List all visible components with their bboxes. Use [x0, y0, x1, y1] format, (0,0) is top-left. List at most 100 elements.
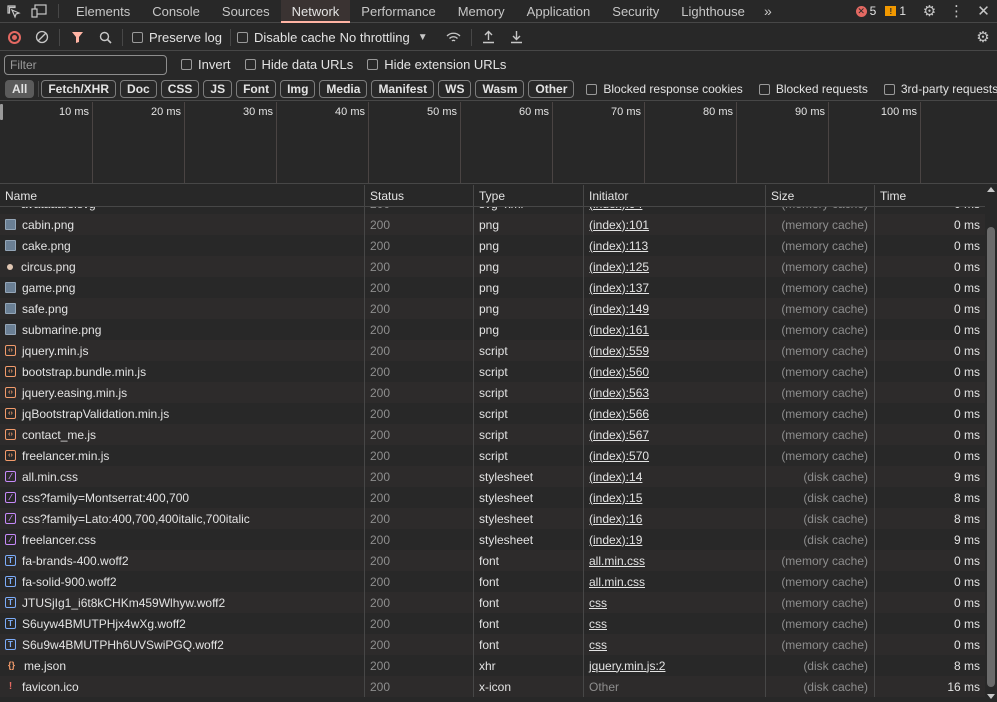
initiator-link[interactable]: (index):94 — [589, 207, 642, 211]
column-header-name[interactable]: Name — [0, 185, 365, 206]
checkbox-box[interactable] — [132, 31, 143, 43]
table-row[interactable]: ‹› jqBootstrapValidation.min.js 200 script (… — [0, 403, 985, 424]
filter-chip-doc[interactable]: Doc — [120, 80, 157, 98]
checkbox-box[interactable] — [236, 31, 248, 43]
cell-name[interactable]: ⁄ freelancer.css — [0, 529, 365, 550]
preserve-log-checkbox[interactable]: Preserve log — [132, 30, 222, 45]
filter-chip-media[interactable]: Media — [319, 80, 368, 98]
initiator-link[interactable]: (index):559 — [589, 344, 649, 358]
cell-name[interactable]: ‹› jquery.min.js — [0, 340, 365, 361]
filter-input[interactable] — [4, 54, 167, 75]
overview-left-handle[interactable] — [0, 104, 3, 120]
filter-chip-font[interactable]: Font — [236, 80, 277, 98]
scroll-up-icon[interactable] — [987, 187, 995, 192]
table-row[interactable]: ‹› contact_me.js 200 script (index):567 (memo… — [0, 424, 985, 445]
filter-chip-ws[interactable]: WS — [438, 80, 472, 98]
tab-network[interactable]: Network — [280, 0, 351, 23]
initiator-link[interactable]: (index):19 — [589, 533, 642, 547]
checkbox-box[interactable] — [367, 59, 379, 70]
table-row[interactable]: cake.png 200 png (index):113 (memory cache) 0… — [0, 235, 985, 256]
inspect-element-icon[interactable] — [0, 0, 26, 22]
table-row[interactable]: game.png 200 png (index):137 (memory cache) 0… — [0, 277, 985, 298]
table-row[interactable]: Tfa-solid-900.woff2 200 font all.min.css (me… — [0, 571, 985, 592]
checkbox-box[interactable] — [883, 83, 895, 95]
column-header-status[interactable]: Status — [365, 185, 474, 206]
hide-extension-urls-checkbox[interactable]: Hide extension URLs — [367, 57, 506, 72]
tab-console[interactable]: Console — [141, 0, 211, 22]
export-har-button[interactable] — [503, 24, 531, 51]
initiator-link[interactable]: css — [589, 617, 607, 631]
scroll-down-icon[interactable] — [987, 694, 995, 699]
table-row[interactable]: ⁄ css?family=Lato:400,700,400italic,700it… — [0, 508, 985, 529]
initiator-link[interactable]: css — [589, 638, 607, 652]
initiator-link[interactable]: (index):137 — [589, 281, 649, 295]
blocked-response-cookies-checkbox[interactable]: Blocked response cookies — [586, 82, 743, 96]
cell-name[interactable]: T S6uyw4BMUTPHjx4wXg.woff2 — [0, 613, 365, 634]
filter-chip-css[interactable]: CSS — [160, 80, 200, 98]
filter-chip-js[interactable]: JS — [203, 80, 233, 98]
invert-checkbox[interactable]: Invert — [181, 57, 231, 72]
cell-name[interactable]: Tfa-brands-400.woff2 — [0, 550, 365, 571]
initiator-link[interactable]: (index):14 — [589, 470, 642, 484]
search-button[interactable] — [91, 24, 119, 51]
third-party-requests-checkbox[interactable]: 3rd-party requests — [883, 82, 997, 96]
table-row[interactable]: ‹› bootstrap.bundle.min.js 200 script (index… — [0, 361, 985, 382]
table-row[interactable]: ⁄ css?family=Montserrat:400,700 200 stylesh… — [0, 487, 985, 508]
tab-application[interactable]: Application — [516, 0, 602, 22]
cell-name[interactable]: ⁄ all.min.css — [0, 466, 365, 487]
cell-name[interactable]: T S6u9w4BMUTPHh6UVSwiPGQ.woff2 — [0, 634, 365, 655]
blocked-requests-checkbox[interactable]: Blocked requests — [758, 82, 868, 96]
throttling-select[interactable]: No throttling — [340, 30, 410, 45]
filter-chip-fetch-xhr[interactable]: Fetch/XHR — [41, 80, 117, 98]
table-row[interactable]: T S6u9w4BMUTPHh6UVSwiPGQ.woff2 200 font css (… — [0, 634, 985, 655]
more-tabs-icon[interactable]: » — [756, 0, 780, 22]
close-devtools-icon[interactable]: ✕ — [970, 2, 997, 20]
filter-chip-manifest[interactable]: Manifest — [371, 80, 435, 98]
table-row[interactable]: ‹› jquery.min.js 200 script (index):559 (memo… — [0, 340, 985, 361]
table-row[interactable]: ‹› jquery.easing.min.js 200 script (index):5… — [0, 382, 985, 403]
tab-lighthouse[interactable]: Lighthouse — [670, 0, 756, 22]
cell-name[interactable]: safe.png — [0, 298, 365, 319]
cell-name[interactable]: cabin.png — [0, 214, 365, 235]
initiator-link[interactable]: (index):563 — [589, 386, 649, 400]
cell-name[interactable]: cake.png — [0, 235, 365, 256]
cell-name[interactable]: avataaars.svg — [0, 207, 365, 214]
initiator-link[interactable]: jquery.min.js:2 — [589, 659, 665, 673]
table-row[interactable]: ‹› freelancer.min.js 200 script (index):570 (… — [0, 445, 985, 466]
chevron-down-icon[interactable]: ▼ — [418, 32, 428, 43]
initiator-link[interactable]: (index):149 — [589, 302, 649, 316]
initiator-link[interactable]: (index):125 — [589, 260, 649, 274]
checkbox-box[interactable] — [181, 59, 192, 70]
cell-name[interactable]: ‹› bootstrap.bundle.min.js — [0, 361, 365, 382]
table-row[interactable]: ⁄ freelancer.css 200 stylesheet (index):19 (d… — [0, 529, 985, 550]
checkbox-box[interactable] — [586, 83, 598, 95]
initiator-link[interactable]: (index):560 — [589, 365, 649, 379]
device-toolbar-icon[interactable] — [26, 0, 52, 22]
initiator-link[interactable]: (index):567 — [589, 428, 649, 442]
initiator-link[interactable]: css — [589, 596, 607, 610]
tab-performance[interactable]: Performance — [350, 0, 446, 22]
checkbox-box[interactable] — [758, 83, 770, 95]
network-settings-button[interactable]: ⚙ — [969, 24, 997, 51]
column-header-type[interactable]: Type — [474, 185, 584, 206]
initiator-link[interactable]: (index):16 — [589, 512, 642, 526]
filter-chip-all[interactable]: All — [5, 80, 35, 98]
tab-sources[interactable]: Sources — [211, 0, 281, 22]
network-conditions-button[interactable] — [440, 24, 468, 51]
tab-memory[interactable]: Memory — [447, 0, 516, 22]
error-warning-counter[interactable]: ✕ 5 ! 1 — [855, 4, 906, 18]
filter-toggle-button[interactable] — [63, 24, 91, 51]
cell-name[interactable]: submarine.png — [0, 319, 365, 340]
cell-name[interactable]: ⁄ css?family=Lato:400,700,400italic,700it… — [0, 508, 365, 529]
table-row[interactable]: T JTUSjIg1_i6t8kCHKm459Wlhyw.woff2 200 font… — [0, 592, 985, 613]
table-row[interactable]: ⁄ all.min.css 200 stylesheet (index):14 (disk… — [0, 466, 985, 487]
initiator-link[interactable]: (index):15 — [589, 491, 642, 505]
initiator-link[interactable]: all.min.css — [589, 554, 645, 568]
table-row[interactable]: submarine.png 200 png (index):161 (memory ca… — [0, 319, 985, 340]
settings-gear-icon[interactable]: ⚙ — [916, 2, 943, 20]
cell-name[interactable]: T JTUSjIg1_i6t8kCHKm459Wlhyw.woff2 — [0, 592, 365, 613]
cell-name[interactable]: Tfa-solid-900.woff2 — [0, 571, 365, 592]
tab-elements[interactable]: Elements — [65, 0, 141, 22]
column-header-size[interactable]: Size — [766, 185, 875, 206]
hide-data-urls-checkbox[interactable]: Hide data URLs — [244, 57, 353, 72]
